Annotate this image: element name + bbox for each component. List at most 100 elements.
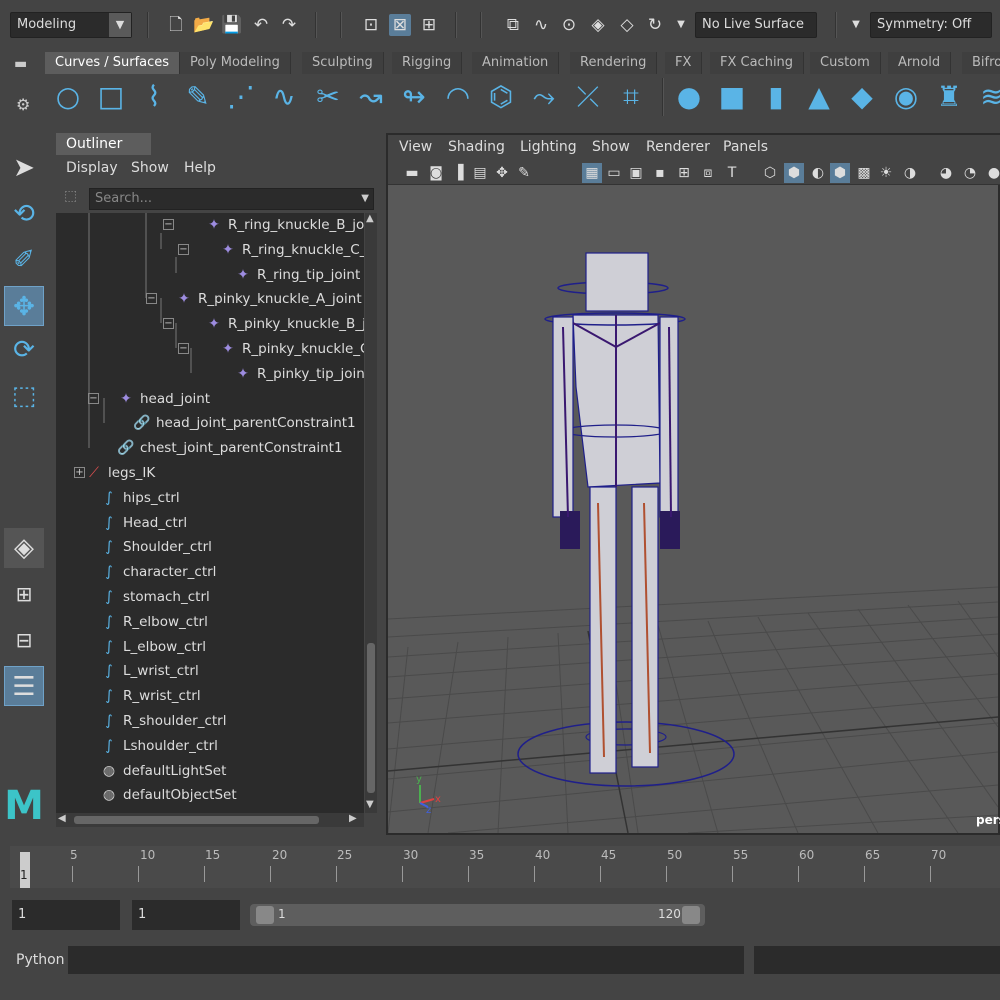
range-end-handle[interactable] xyxy=(682,906,700,924)
outliner-item[interactable]: ∫ R_shoulder_ctrl xyxy=(99,709,226,733)
expand-toggle[interactable]: − xyxy=(146,293,157,305)
filter-icon[interactable]: ⬚ xyxy=(64,188,82,208)
search-input[interactable]: Search... ▼ xyxy=(89,188,374,210)
camera-icon[interactable]: ▬ xyxy=(402,163,422,183)
menu-lighting[interactable]: Lighting xyxy=(520,139,577,155)
outliner-item[interactable]: ✦ R_pinky_tip_joint xyxy=(233,362,364,386)
shelf-tab[interactable]: Custom xyxy=(810,52,881,74)
smooth-shade-icon[interactable]: ⬢ xyxy=(784,163,804,183)
outliner-item[interactable]: 🔗 head_joint_parentConstraint1 xyxy=(132,411,355,435)
detach-curve-icon[interactable]: ↬ xyxy=(398,80,430,114)
expand-toggle[interactable]: − xyxy=(178,343,189,354)
wireframe-icon[interactable]: ⬡ xyxy=(760,163,780,183)
gate-mask-icon[interactable]: ▪ xyxy=(650,163,670,183)
shelf-tab[interactable]: Animation xyxy=(472,52,560,74)
wireframe-on-shaded-icon[interactable]: ⬢ xyxy=(830,163,850,183)
antialias-icon[interactable]: ● xyxy=(984,163,1000,183)
lights-icon[interactable]: ☀ xyxy=(876,163,896,183)
insert-knot-icon[interactable]: ⌬ xyxy=(485,80,517,114)
outliner-item[interactable]: ✦ R_ring_knuckle_B_joint xyxy=(204,213,364,237)
viewport-panel[interactable]: View Shading Lighting Show Renderer Pane… xyxy=(386,133,1000,835)
rebuild-curve-icon[interactable]: ⌗ xyxy=(615,80,647,114)
snap-curve-icon[interactable]: ∿ xyxy=(530,14,552,36)
outliner-item[interactable]: ∫ L_elbow_ctrl xyxy=(99,635,206,659)
four-view-icon[interactable]: ⊞ xyxy=(4,574,44,614)
scroll-thumb[interactable] xyxy=(367,643,375,793)
outliner-item[interactable]: ∫ R_elbow_ctrl xyxy=(99,610,207,634)
grid-icon[interactable]: ▦ xyxy=(582,163,602,183)
head-mesh[interactable] xyxy=(585,252,649,312)
safe-title-icon[interactable]: T xyxy=(722,163,742,183)
outliner-item[interactable]: ✦ head_joint xyxy=(116,387,210,411)
menu-view[interactable]: View xyxy=(399,139,432,155)
time-slider[interactable]: 1 5 10 15 20 25 30 35 40 45 50 55 60 65 … xyxy=(0,842,1000,890)
snap-grid-icon[interactable]: ⧉ xyxy=(502,14,524,36)
cv-curve-icon[interactable]: ⌇ xyxy=(138,80,170,114)
snap-view-icon[interactable]: ◈ xyxy=(587,14,609,36)
intersect-icon[interactable]: ⤫ xyxy=(572,80,604,114)
nurbs-plane-icon[interactable]: ◆ xyxy=(846,80,878,114)
safe-action-icon[interactable]: ⧈ xyxy=(698,163,718,183)
outliner-item[interactable]: ◍ defaultLightSet xyxy=(99,759,226,783)
loft-icon[interactable]: ≋ xyxy=(976,80,1000,114)
scale-tool-icon[interactable]: ⬚ xyxy=(4,376,44,416)
offset-curve-icon[interactable]: ⤳ xyxy=(528,80,560,114)
horizontal-scrollbar[interactable]: ◀ ▶ xyxy=(56,813,364,827)
bookmark-icon[interactable]: ▐ xyxy=(448,163,468,183)
shadows-icon[interactable]: ◑ xyxy=(900,163,920,183)
hscroll-thumb[interactable] xyxy=(74,816,319,824)
shelf-tab[interactable]: Poly Modeling xyxy=(180,52,291,74)
menu-show[interactable]: Show xyxy=(131,160,169,176)
square-curve-icon[interactable]: □ xyxy=(95,80,127,114)
menu-panels[interactable]: Panels xyxy=(723,139,768,155)
ambient-occlusion-icon[interactable]: ◕ xyxy=(936,163,956,183)
single-view-icon[interactable]: ◈ xyxy=(4,528,44,568)
arc-icon[interactable]: ◠ xyxy=(442,80,474,114)
nurbs-cone-icon[interactable]: ▲ xyxy=(803,80,835,114)
chevron-down-icon[interactable]: ▼ xyxy=(845,14,867,36)
menu-renderer[interactable]: Renderer xyxy=(646,139,710,155)
cut-curve-icon[interactable]: ✂ xyxy=(312,80,344,114)
textured-icon[interactable]: ▩ xyxy=(854,163,874,183)
shelf-tab[interactable]: FX Caching xyxy=(710,52,805,74)
outliner-item[interactable]: ◍ defaultObjectSet xyxy=(99,783,237,807)
nurbs-cube-icon[interactable]: ■ xyxy=(716,80,748,114)
range-start-handle[interactable] xyxy=(256,906,274,924)
outliner-item[interactable]: ∫ hips_ctrl xyxy=(99,486,179,510)
shelf-tab[interactable]: Arnold xyxy=(888,52,952,74)
rotate-tool-icon[interactable]: ⟳ xyxy=(4,330,44,370)
move-tool-icon[interactable]: ✥ xyxy=(4,286,44,326)
playback-start-field[interactable]: 1 xyxy=(132,900,240,930)
open-scene-icon[interactable]: 📂 xyxy=(193,14,215,36)
nurbs-sphere-icon[interactable]: ● xyxy=(673,80,705,114)
menu-display[interactable]: Display xyxy=(66,160,118,176)
circle-curve-icon[interactable]: ○ xyxy=(52,80,84,114)
outliner-item[interactable]: ✦ R_pinky_knuckle_B_join xyxy=(204,312,364,336)
outliner-item[interactable]: 🔗 chest_joint_parentConstraint1 xyxy=(116,436,342,460)
expand-toggle[interactable]: − xyxy=(178,243,189,255)
camera-attr-icon[interactable]: ◙ xyxy=(426,163,446,183)
scroll-left-icon[interactable]: ◀ xyxy=(58,813,66,824)
outliner-item[interactable]: ∫ character_ctrl xyxy=(99,560,216,584)
vertical-scrollbar[interactable]: ▲ ▼ xyxy=(365,213,377,813)
range-slider[interactable]: 1 120 xyxy=(250,904,705,926)
outliner-tab[interactable]: Outliner xyxy=(56,133,151,155)
expand-toggle[interactable]: − xyxy=(88,392,99,404)
outliner-item[interactable]: ∫ Head_ctrl xyxy=(99,511,187,535)
menu-show[interactable]: Show xyxy=(592,139,630,155)
snap-surface-icon[interactable]: ◇ xyxy=(616,14,638,36)
save-scene-icon[interactable]: 💾 xyxy=(221,14,243,36)
expand-toggle[interactable]: − xyxy=(163,219,174,230)
start-time-field[interactable]: 1 xyxy=(12,900,120,930)
outliner-item[interactable]: ⟋ legs_IK xyxy=(84,461,155,485)
grease-pencil-icon[interactable]: ✎ xyxy=(514,163,534,183)
2d-pan-icon[interactable]: ✥ xyxy=(492,163,512,183)
live-surface-field[interactable]: No Live Surface xyxy=(695,12,817,38)
chevron-down-icon[interactable]: ▼ xyxy=(361,189,369,209)
outliner-item[interactable]: ∫ Shoulder_ctrl xyxy=(99,535,212,559)
shelf-tab[interactable]: Curves / Surfaces xyxy=(45,52,181,74)
shelf-tab[interactable]: Rendering xyxy=(570,52,658,74)
outliner-item[interactable]: ∫ L_wrist_ctrl xyxy=(99,659,198,683)
gear-icon[interactable]: ⚙ xyxy=(16,95,30,114)
time-slider-track[interactable]: 1 5 10 15 20 25 30 35 40 45 50 55 60 65 … xyxy=(10,846,1000,888)
